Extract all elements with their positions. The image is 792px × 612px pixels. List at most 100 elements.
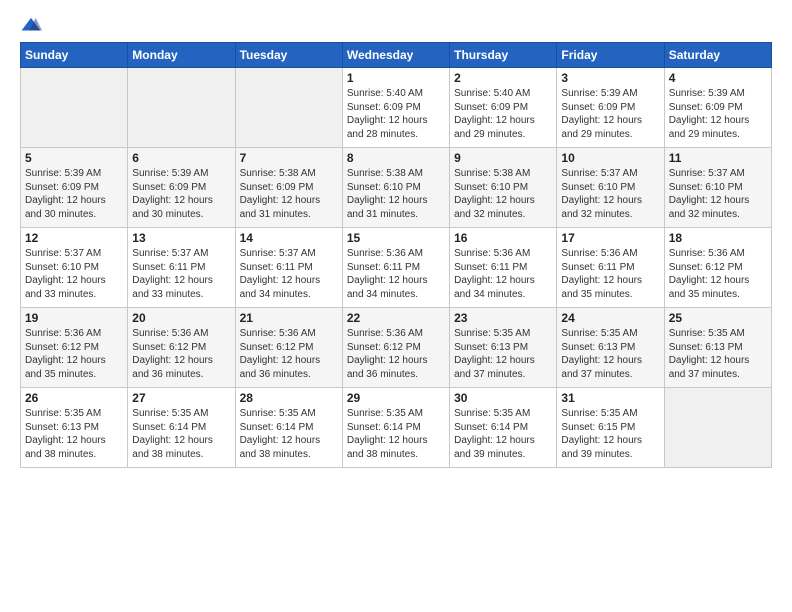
day-cell: 5 Sunrise: 5:39 AM Sunset: 6:09 PM Daylig… (21, 148, 128, 228)
logo-icon (20, 16, 42, 34)
day-info: Sunrise: 5:39 AM Sunset: 6:09 PM Dayligh… (669, 87, 767, 141)
week-row-1: 1 Sunrise: 5:40 AM Sunset: 6:09 PM Daylig… (21, 68, 772, 148)
day-cell: 20Sunrise: 5:36 AM Sunset: 6:12 PM Dayli… (128, 308, 235, 388)
day-cell: 27 Sunrise: 5:35 AM Sunset: 6:14 PM Dayli… (128, 388, 235, 468)
day-info: Sunrise: 5:36 AM Sunset: 6:12 PM Dayligh… (669, 247, 767, 301)
week-row-3: 12 Sunrise: 5:37 AM Sunset: 6:10 PM Dayli… (21, 228, 772, 308)
col-header-saturday: Saturday (664, 43, 771, 68)
day-number: 5 (25, 151, 123, 165)
day-info: Sunrise: 5:37 AM Sunset: 6:11 PM Dayligh… (132, 247, 230, 301)
day-cell: 19 Sunrise: 5:36 AM Sunset: 6:12 PM Dayli… (21, 308, 128, 388)
day-number: 8 (347, 151, 445, 165)
day-number: 11 (669, 151, 767, 165)
day-number: 2 (454, 71, 552, 85)
col-header-monday: Monday (128, 43, 235, 68)
day-number: 28 (240, 391, 338, 405)
day-number: 26 (25, 391, 123, 405)
day-info: Sunrise: 5:37 AM Sunset: 6:10 PM Dayligh… (669, 167, 767, 221)
day-cell: 10Sunrise: 5:37 AM Sunset: 6:10 PM Dayli… (557, 148, 664, 228)
day-number: 1 (347, 71, 445, 85)
day-info: Sunrise: 5:35 AM Sunset: 6:14 PM Dayligh… (132, 407, 230, 461)
day-info: Sunrise: 5:36 AM Sunset: 6:11 PM Dayligh… (347, 247, 445, 301)
day-number: 14 (240, 231, 338, 245)
day-cell (21, 68, 128, 148)
day-cell: 16 Sunrise: 5:36 AM Sunset: 6:11 PM Dayli… (450, 228, 557, 308)
day-cell: 8Sunrise: 5:38 AM Sunset: 6:10 PM Daylig… (342, 148, 449, 228)
week-row-5: 26Sunrise: 5:35 AM Sunset: 6:13 PM Dayli… (21, 388, 772, 468)
day-info: Sunrise: 5:36 AM Sunset: 6:12 PM Dayligh… (240, 327, 338, 381)
day-cell: 25Sunrise: 5:35 AM Sunset: 6:13 PM Dayli… (664, 308, 771, 388)
day-number: 16 (454, 231, 552, 245)
day-cell: 22 Sunrise: 5:36 AM Sunset: 6:12 PM Dayli… (342, 308, 449, 388)
day-info: Sunrise: 5:35 AM Sunset: 6:14 PM Dayligh… (240, 407, 338, 461)
day-number: 29 (347, 391, 445, 405)
day-cell: 21Sunrise: 5:36 AM Sunset: 6:12 PM Dayli… (235, 308, 342, 388)
page: SundayMondayTuesdayWednesdayThursdayFrid… (0, 0, 792, 484)
day-cell: 26Sunrise: 5:35 AM Sunset: 6:13 PM Dayli… (21, 388, 128, 468)
day-cell: 23 Sunrise: 5:35 AM Sunset: 6:13 PM Dayli… (450, 308, 557, 388)
day-cell (235, 68, 342, 148)
col-header-tuesday: Tuesday (235, 43, 342, 68)
day-number: 23 (454, 311, 552, 325)
day-info: Sunrise: 5:38 AM Sunset: 6:09 PM Dayligh… (240, 167, 338, 221)
day-info: Sunrise: 5:36 AM Sunset: 6:11 PM Dayligh… (561, 247, 659, 301)
day-number: 15 (347, 231, 445, 245)
day-cell: 31 Sunrise: 5:35 AM Sunset: 6:15 PM Dayli… (557, 388, 664, 468)
day-cell: 14Sunrise: 5:37 AM Sunset: 6:11 PM Dayli… (235, 228, 342, 308)
day-info: Sunrise: 5:39 AM Sunset: 6:09 PM Dayligh… (25, 167, 123, 221)
day-number: 30 (454, 391, 552, 405)
col-header-thursday: Thursday (450, 43, 557, 68)
calendar-table: SundayMondayTuesdayWednesdayThursdayFrid… (20, 42, 772, 468)
day-cell: 29 Sunrise: 5:35 AM Sunset: 6:14 PM Dayli… (342, 388, 449, 468)
day-cell: 15 Sunrise: 5:36 AM Sunset: 6:11 PM Dayli… (342, 228, 449, 308)
day-info: Sunrise: 5:40 AM Sunset: 6:09 PM Dayligh… (347, 87, 445, 141)
day-number: 19 (25, 311, 123, 325)
day-info: Sunrise: 5:36 AM Sunset: 6:12 PM Dayligh… (25, 327, 123, 381)
day-cell: 3Sunrise: 5:39 AM Sunset: 6:09 PM Daylig… (557, 68, 664, 148)
day-cell: 9 Sunrise: 5:38 AM Sunset: 6:10 PM Daylig… (450, 148, 557, 228)
day-cell: 28 Sunrise: 5:35 AM Sunset: 6:14 PM Dayli… (235, 388, 342, 468)
day-number: 4 (669, 71, 767, 85)
day-info: Sunrise: 5:38 AM Sunset: 6:10 PM Dayligh… (454, 167, 552, 221)
col-header-wednesday: Wednesday (342, 43, 449, 68)
day-number: 22 (347, 311, 445, 325)
day-number: 27 (132, 391, 230, 405)
day-info: Sunrise: 5:36 AM Sunset: 6:11 PM Dayligh… (454, 247, 552, 301)
header-row: SundayMondayTuesdayWednesdayThursdayFrid… (21, 43, 772, 68)
day-number: 31 (561, 391, 659, 405)
logo (20, 16, 46, 34)
day-cell: 24 Sunrise: 5:35 AM Sunset: 6:13 PM Dayli… (557, 308, 664, 388)
day-number: 6 (132, 151, 230, 165)
day-info: Sunrise: 5:35 AM Sunset: 6:14 PM Dayligh… (347, 407, 445, 461)
day-cell: 13 Sunrise: 5:37 AM Sunset: 6:11 PM Dayli… (128, 228, 235, 308)
day-number: 13 (132, 231, 230, 245)
day-info: Sunrise: 5:37 AM Sunset: 6:10 PM Dayligh… (25, 247, 123, 301)
week-row-4: 19 Sunrise: 5:36 AM Sunset: 6:12 PM Dayli… (21, 308, 772, 388)
day-number: 24 (561, 311, 659, 325)
day-number: 3 (561, 71, 659, 85)
day-number: 18 (669, 231, 767, 245)
day-number: 9 (454, 151, 552, 165)
day-info: Sunrise: 5:36 AM Sunset: 6:12 PM Dayligh… (347, 327, 445, 381)
day-info: Sunrise: 5:35 AM Sunset: 6:13 PM Dayligh… (561, 327, 659, 381)
week-row-2: 5 Sunrise: 5:39 AM Sunset: 6:09 PM Daylig… (21, 148, 772, 228)
day-cell: 12 Sunrise: 5:37 AM Sunset: 6:10 PM Dayli… (21, 228, 128, 308)
day-cell: 1 Sunrise: 5:40 AM Sunset: 6:09 PM Daylig… (342, 68, 449, 148)
day-info: Sunrise: 5:39 AM Sunset: 6:09 PM Dayligh… (132, 167, 230, 221)
day-cell: 6 Sunrise: 5:39 AM Sunset: 6:09 PM Daylig… (128, 148, 235, 228)
day-info: Sunrise: 5:35 AM Sunset: 6:15 PM Dayligh… (561, 407, 659, 461)
day-info: Sunrise: 5:35 AM Sunset: 6:13 PM Dayligh… (669, 327, 767, 381)
day-cell (664, 388, 771, 468)
day-cell: 2 Sunrise: 5:40 AM Sunset: 6:09 PM Daylig… (450, 68, 557, 148)
day-cell: 4 Sunrise: 5:39 AM Sunset: 6:09 PM Daylig… (664, 68, 771, 148)
day-cell: 18 Sunrise: 5:36 AM Sunset: 6:12 PM Dayli… (664, 228, 771, 308)
day-info: Sunrise: 5:40 AM Sunset: 6:09 PM Dayligh… (454, 87, 552, 141)
col-header-sunday: Sunday (21, 43, 128, 68)
day-info: Sunrise: 5:36 AM Sunset: 6:12 PM Dayligh… (132, 327, 230, 381)
day-info: Sunrise: 5:35 AM Sunset: 6:13 PM Dayligh… (454, 327, 552, 381)
day-cell: 7Sunrise: 5:38 AM Sunset: 6:09 PM Daylig… (235, 148, 342, 228)
col-header-friday: Friday (557, 43, 664, 68)
day-number: 12 (25, 231, 123, 245)
day-cell (128, 68, 235, 148)
header (20, 16, 772, 34)
